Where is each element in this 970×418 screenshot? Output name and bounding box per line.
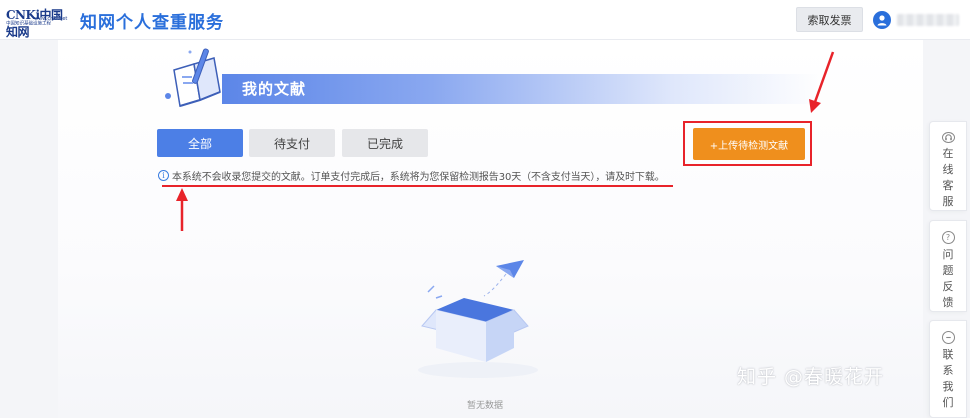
sidebar-label: 在线客服 <box>942 147 954 208</box>
feedback-button[interactable]: ? 问题反馈 <box>929 220 967 312</box>
arrow-down-upload <box>809 51 835 113</box>
empty-box-icon <box>418 260 538 378</box>
sidebar-label: 问题反馈 <box>942 248 954 309</box>
sidebar-label: 联系我们 <box>942 348 954 409</box>
contact-us-button[interactable]: 联系我们 <box>929 320 967 418</box>
arrow-up-notice <box>176 188 188 231</box>
online-service-button[interactable]: 在线客服 <box>929 121 967 211</box>
headset-icon <box>941 132 955 143</box>
chat-icon <box>941 331 955 344</box>
empty-state-text: 暂无数据 <box>466 401 503 411</box>
question-icon: ? <box>941 231 955 244</box>
zhihu-watermark: 知乎 @春暖花开 <box>737 366 885 388</box>
